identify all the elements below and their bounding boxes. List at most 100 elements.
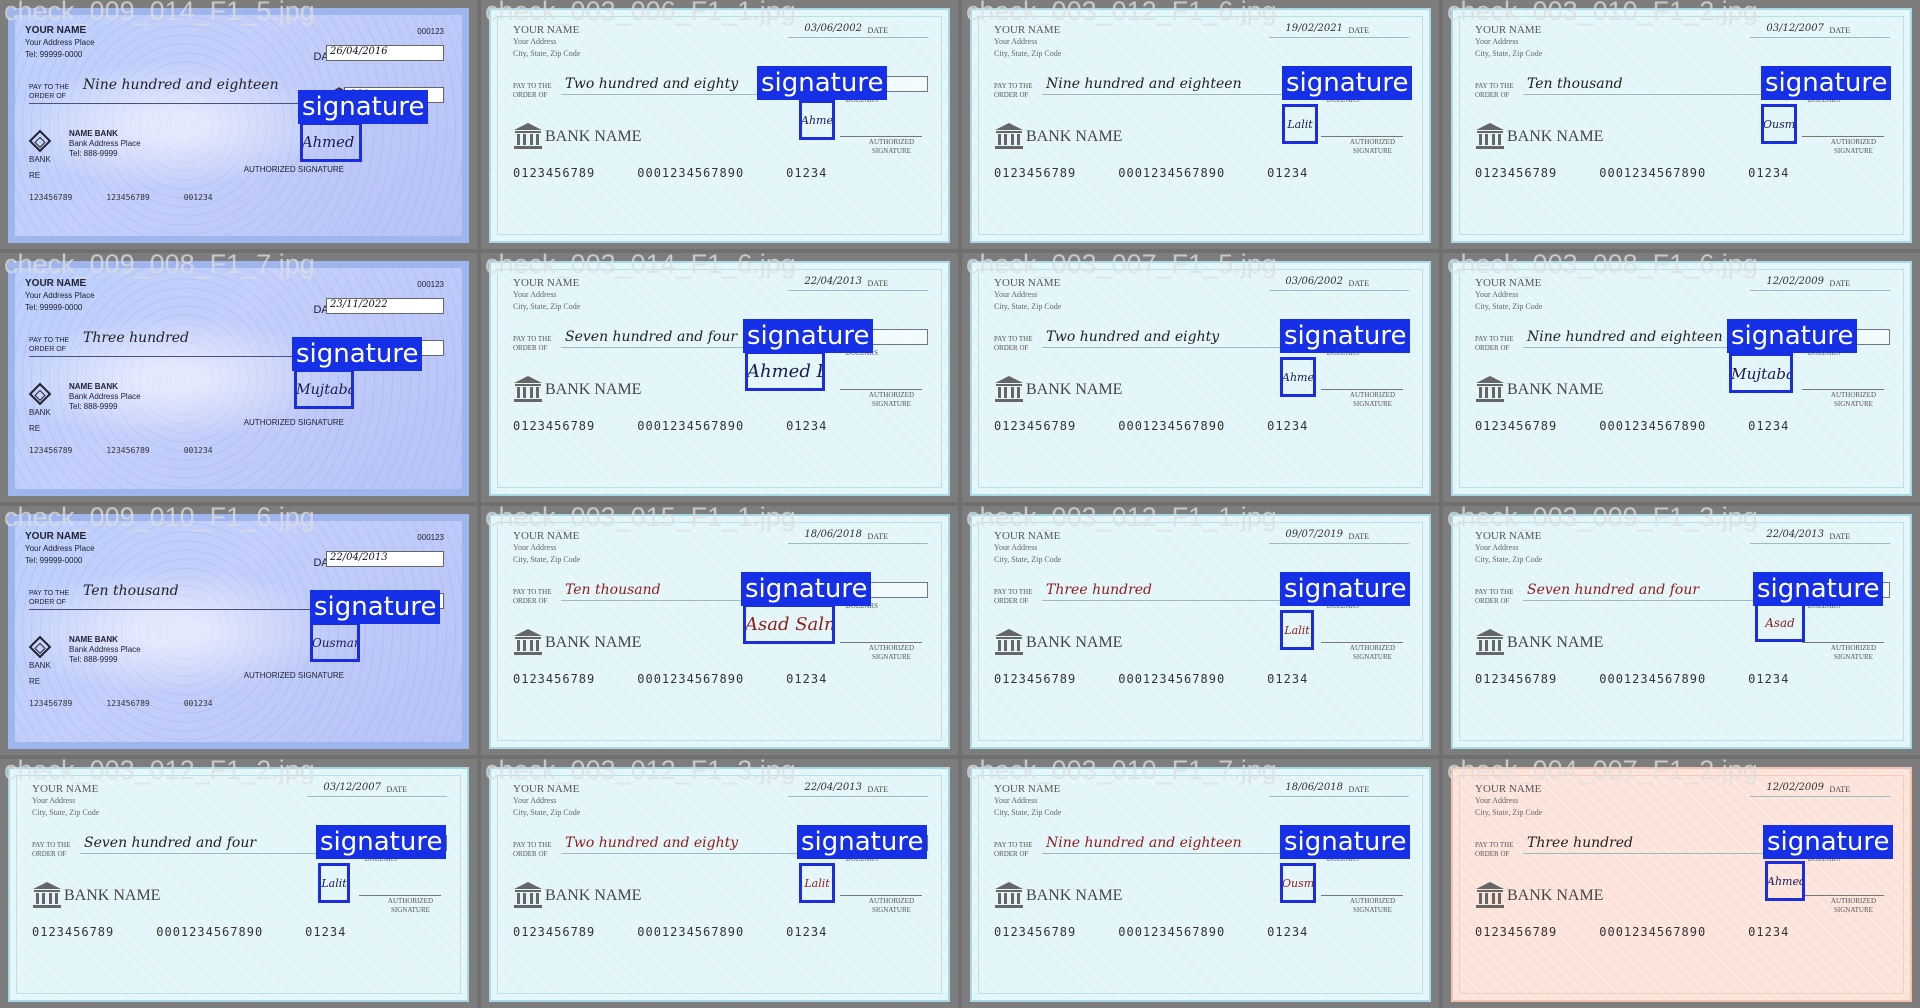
payer-address: Your Address Place	[25, 38, 95, 47]
cheque-image: YOUR NAME Your Address City, State, Zip …	[489, 514, 950, 749]
bank-logo-icon	[28, 382, 52, 406]
signature-detection-box[interactable]	[799, 863, 835, 903]
pay-to-line1: PAY TO THE	[1475, 335, 1514, 343]
amount-in-words: Three hundred	[83, 330, 190, 346]
authorized-signature-label: AUTHORIZED SIGNATURE	[388, 897, 433, 915]
cheque-image: YOUR NAME Your Address City, State, Zip …	[970, 261, 1431, 496]
result-tile[interactable]: check_003_006_F1_1.jpg YOUR NAME Your Ad…	[481, 0, 958, 249]
signature-detection-box[interactable]	[300, 122, 362, 162]
signature-line	[1321, 136, 1403, 137]
payer-block: YOUR NAME Your Address City, State, Zip …	[994, 530, 1061, 566]
micr-account: 0001234567890	[1599, 166, 1707, 180]
pay-to-line2: ORDER OF	[32, 850, 67, 858]
cheque-image: YOUR NAME Your Address City, State, Zip …	[1451, 514, 1912, 749]
authorized-line1: AUTHORIZED	[1830, 897, 1876, 905]
micr-line: 123456789 123456789 001234	[29, 446, 247, 455]
cheque-image: YOUR NAME Your Address City, State, Zip …	[1451, 261, 1912, 496]
pay-to-label: PAY TO THE ORDER OF	[1475, 588, 1514, 606]
payer-city: City, State, Zip Code	[994, 555, 1062, 564]
amount-in-words: Ten thousand	[1527, 76, 1623, 92]
date-value: 09/07/2019	[1285, 529, 1343, 540]
signature-detection-box[interactable]	[318, 863, 350, 903]
result-tile[interactable]: check_003_008_F1_6.jpg YOUR NAME Your Ad…	[1443, 253, 1920, 502]
payer-block: YOUR NAME Your Address City, State, Zip …	[994, 24, 1061, 60]
date-line	[788, 37, 928, 38]
bank-building-icon	[513, 881, 543, 909]
micr-check: 01234	[786, 419, 828, 433]
payer-address: Your Address	[1475, 37, 1519, 46]
signature-line	[1802, 136, 1884, 137]
signature-detection-box[interactable]	[1280, 863, 1316, 903]
result-tile[interactable]: check_004_007_F1_2.jpg YOUR NAME Your Ad…	[1443, 759, 1920, 1008]
result-tile[interactable]: check_003_012_F1_6.jpg YOUR NAME Your Ad…	[962, 0, 1439, 249]
date-label: DATE	[1829, 785, 1850, 794]
amount-in-words: Ten thousand	[565, 582, 661, 598]
bank-name: BANK NAME	[64, 887, 161, 904]
micr-line: 0123456789 0001234567890 01234	[513, 166, 869, 180]
micr-routing: 0123456789	[994, 672, 1077, 686]
pay-to-label: PAY TO THE ORDER OF	[513, 841, 552, 859]
micr-routing: 0123456789	[1475, 166, 1558, 180]
file-name-label: check_003_012_F1_6.jpg	[966, 0, 1277, 26]
result-tile[interactable]: check_003_012_F1_1.jpg YOUR NAME Your Ad…	[962, 506, 1439, 755]
signature-detection-box[interactable]	[1755, 602, 1805, 642]
result-tile[interactable]: check_003_007_F1_5.jpg YOUR NAME Your Ad…	[962, 253, 1439, 502]
signature-detection-box[interactable]	[745, 351, 825, 391]
micr-check: 01234	[305, 925, 347, 939]
result-tile[interactable]: check_003_012_F1_2.jpg YOUR NAME Your Ad…	[0, 759, 477, 1008]
payer-city: City, State, Zip Code	[1475, 49, 1543, 58]
payer-city: City, State, Zip Code	[32, 808, 100, 817]
bank-tel: Tel: 888-9999	[69, 149, 118, 158]
date-label: DATE	[1829, 532, 1850, 541]
authorized-signature-label: AUTHORIZED SIGNATURE	[1350, 897, 1395, 915]
signature-detection-box[interactable]	[1761, 104, 1797, 144]
signature-detection-box[interactable]	[1282, 104, 1318, 144]
micr-line: 0123456789 0001234567890 01234	[994, 925, 1350, 939]
check-number: 000123	[417, 27, 444, 36]
micr-routing: 0123456789	[513, 672, 596, 686]
payer-city: City, State, Zip Code	[1475, 808, 1543, 817]
payer-address: Your Address	[994, 37, 1038, 46]
re-label: RE	[29, 171, 41, 180]
result-tile[interactable]: check_009_010_F1_6.jpg YOUR NAME Your Ad…	[0, 506, 477, 755]
result-tile[interactable]: check_003_014_F1_6.jpg YOUR NAME Your Ad…	[481, 253, 958, 502]
payer-city: City, State, Zip Code	[513, 808, 581, 817]
date-value: 03/12/2007	[1766, 23, 1824, 34]
signature-detection-label: signature	[1727, 319, 1858, 353]
signature-detection-box[interactable]	[743, 604, 835, 644]
amount-in-words: Two hundred and eighty	[565, 835, 739, 851]
pay-to-label: PAY TO THE ORDER OF	[513, 588, 552, 606]
micr-line: 0123456789 0001234567890 01234	[994, 672, 1350, 686]
result-tile[interactable]: check_003_010_F1_2.jpg YOUR NAME Your Ad…	[1443, 0, 1920, 249]
micr-account: 0001234567890	[1599, 925, 1707, 939]
bank-building-icon	[1475, 375, 1505, 403]
result-tile[interactable]: check_009_014_F1_5.jpg YOUR NAME Your Ad…	[0, 0, 477, 249]
signature-detection-box[interactable]	[1280, 610, 1314, 650]
date-label: DATE	[867, 26, 888, 35]
bank-building-icon	[994, 628, 1024, 656]
signature-detection-box[interactable]	[310, 622, 360, 662]
micr-routing: 0123456789	[994, 925, 1077, 939]
cheque-image: YOUR NAME Your Address City, State, Zip …	[489, 8, 950, 243]
pay-to-line1: PAY TO THE	[994, 82, 1033, 90]
result-tile[interactable]: check_003_010_F1_7.jpg YOUR NAME Your Ad…	[962, 759, 1439, 1008]
result-tile[interactable]: check_003_009_F1_3.jpg YOUR NAME Your Ad…	[1443, 506, 1920, 755]
signature-detection-box[interactable]	[1765, 861, 1805, 901]
signature-detection-label: signature	[1763, 825, 1894, 859]
pay-to-line1: PAY TO THE	[994, 588, 1033, 596]
result-tile[interactable]: check_003_012_F1_3.jpg YOUR NAME Your Ad…	[481, 759, 958, 1008]
micr-line: 123456789 123456789 001234	[29, 699, 247, 708]
bank-tel: Tel: 888-9999	[69, 402, 118, 411]
result-tile[interactable]: check_003_015_F1_1.jpg YOUR NAME Your Ad…	[481, 506, 958, 755]
bank-building-icon	[1475, 628, 1505, 656]
signature-detection-box[interactable]	[294, 369, 354, 409]
signature-detection-box[interactable]	[799, 100, 835, 140]
signature-detection-box[interactable]	[1729, 353, 1793, 393]
result-tile[interactable]: check_009_008_F1_7.jpg YOUR NAME Your Ad…	[0, 253, 477, 502]
pay-to-line2: ORDER OF	[994, 91, 1029, 99]
signature-detection-box[interactable]	[1280, 357, 1316, 397]
date-label: DATE	[1829, 279, 1850, 288]
pay-to-line2: ORDER OF	[1475, 850, 1510, 858]
signature-line	[1802, 389, 1884, 390]
cheque-image: YOUR NAME Your Address Place Tel: 99999-…	[8, 261, 469, 496]
